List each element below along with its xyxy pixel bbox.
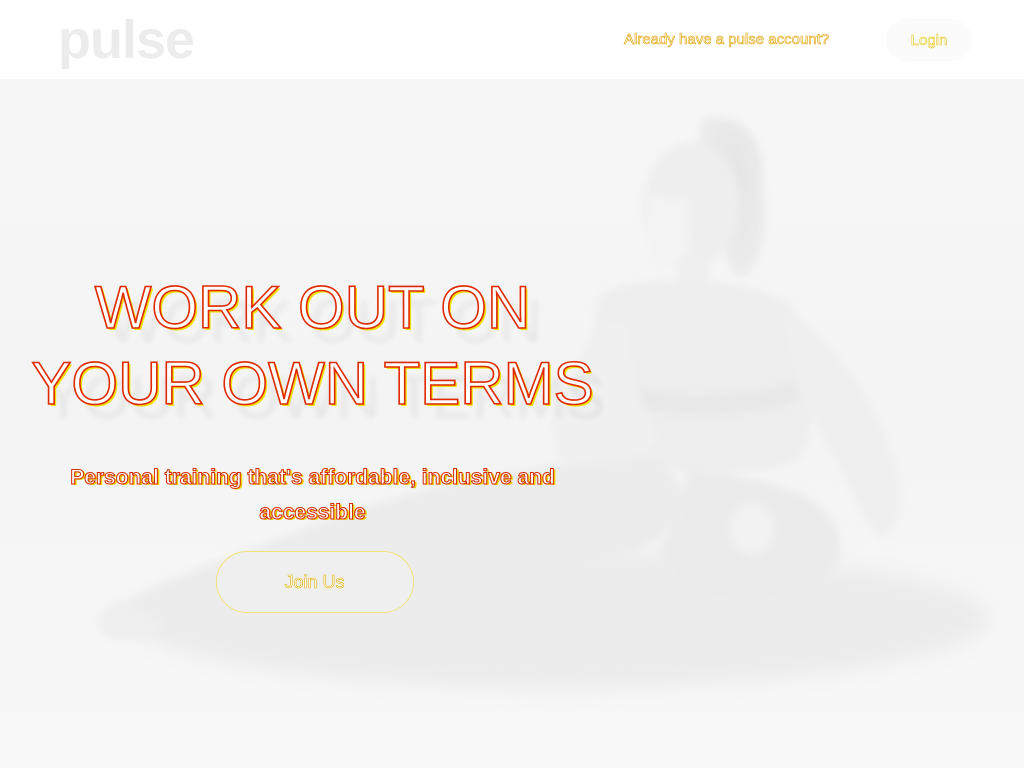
already-have-account-link[interactable]: Already have a pulse account? — [624, 31, 830, 49]
hero-title-line-1: WORK OUT ON — [94, 273, 531, 342]
hero-subtitle-line-2: accessible — [259, 501, 366, 525]
login-button[interactable]: Login — [886, 19, 972, 61]
hero-subtitle-line-1: Personal training that's affordable, inc… — [70, 466, 556, 490]
site-header: pulse Already have a pulse account? Logi… — [0, 0, 1024, 79]
pulse-logo[interactable]: pulse — [58, 8, 195, 72]
hero-title: WORK OUT ON YOUR OWN TERMS — [20, 270, 605, 422]
landing-page: pulse Already have a pulse account? Logi… — [0, 0, 1024, 768]
hero-section: WORK OUT ON YOUR OWN TERMS Personal trai… — [20, 270, 605, 613]
hero-subtitle: Personal training that's affordable, inc… — [20, 460, 605, 530]
hero-title-line-2: YOUR OWN TERMS — [31, 349, 595, 418]
join-us-button[interactable]: Join Us — [215, 551, 414, 613]
